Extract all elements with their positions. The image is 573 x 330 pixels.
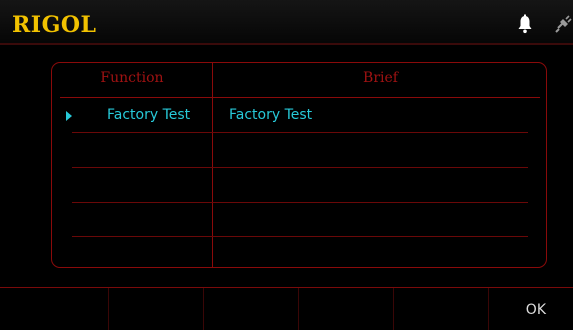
rigol-logo: RIGOL	[12, 12, 97, 38]
softkey-4[interactable]	[298, 288, 393, 330]
row-function: Factory Test	[107, 107, 191, 123]
softkey-1[interactable]	[0, 288, 108, 330]
table-row[interactable]	[52, 237, 546, 267]
row-function	[107, 237, 207, 267]
table-row[interactable]	[52, 203, 546, 237]
plug-icon	[555, 15, 572, 33]
column-header-function: Function	[100, 70, 164, 86]
row-brief	[229, 168, 429, 202]
function-table: Function Brief Factory Test Factory Test	[51, 62, 547, 268]
ok-button[interactable]: OK	[488, 288, 573, 330]
screen: RIGOL Function Brief Factory Test Factor…	[0, 0, 573, 330]
softkey-5[interactable]	[393, 288, 488, 330]
softkey-3[interactable]	[203, 288, 298, 330]
row-brief	[229, 133, 429, 167]
table-header-row: Function Brief	[52, 63, 546, 93]
row-function	[107, 203, 207, 237]
table-row[interactable]	[52, 133, 546, 167]
title-bar: RIGOL	[0, 0, 573, 45]
selection-arrow-icon	[66, 111, 72, 121]
column-header-brief: Brief	[363, 70, 398, 86]
softkey-2[interactable]	[108, 288, 203, 330]
row-brief: Factory Test	[229, 107, 313, 123]
row-brief	[229, 203, 429, 237]
row-function	[107, 168, 207, 202]
ok-button-label: OK	[525, 302, 546, 318]
row-function	[107, 133, 207, 167]
row-brief	[229, 237, 429, 267]
bell-icon	[518, 14, 532, 34]
table-row[interactable]: Factory Test Factory Test	[52, 98, 546, 132]
softkey-bar: OK	[0, 287, 573, 330]
table-row[interactable]	[52, 168, 546, 202]
